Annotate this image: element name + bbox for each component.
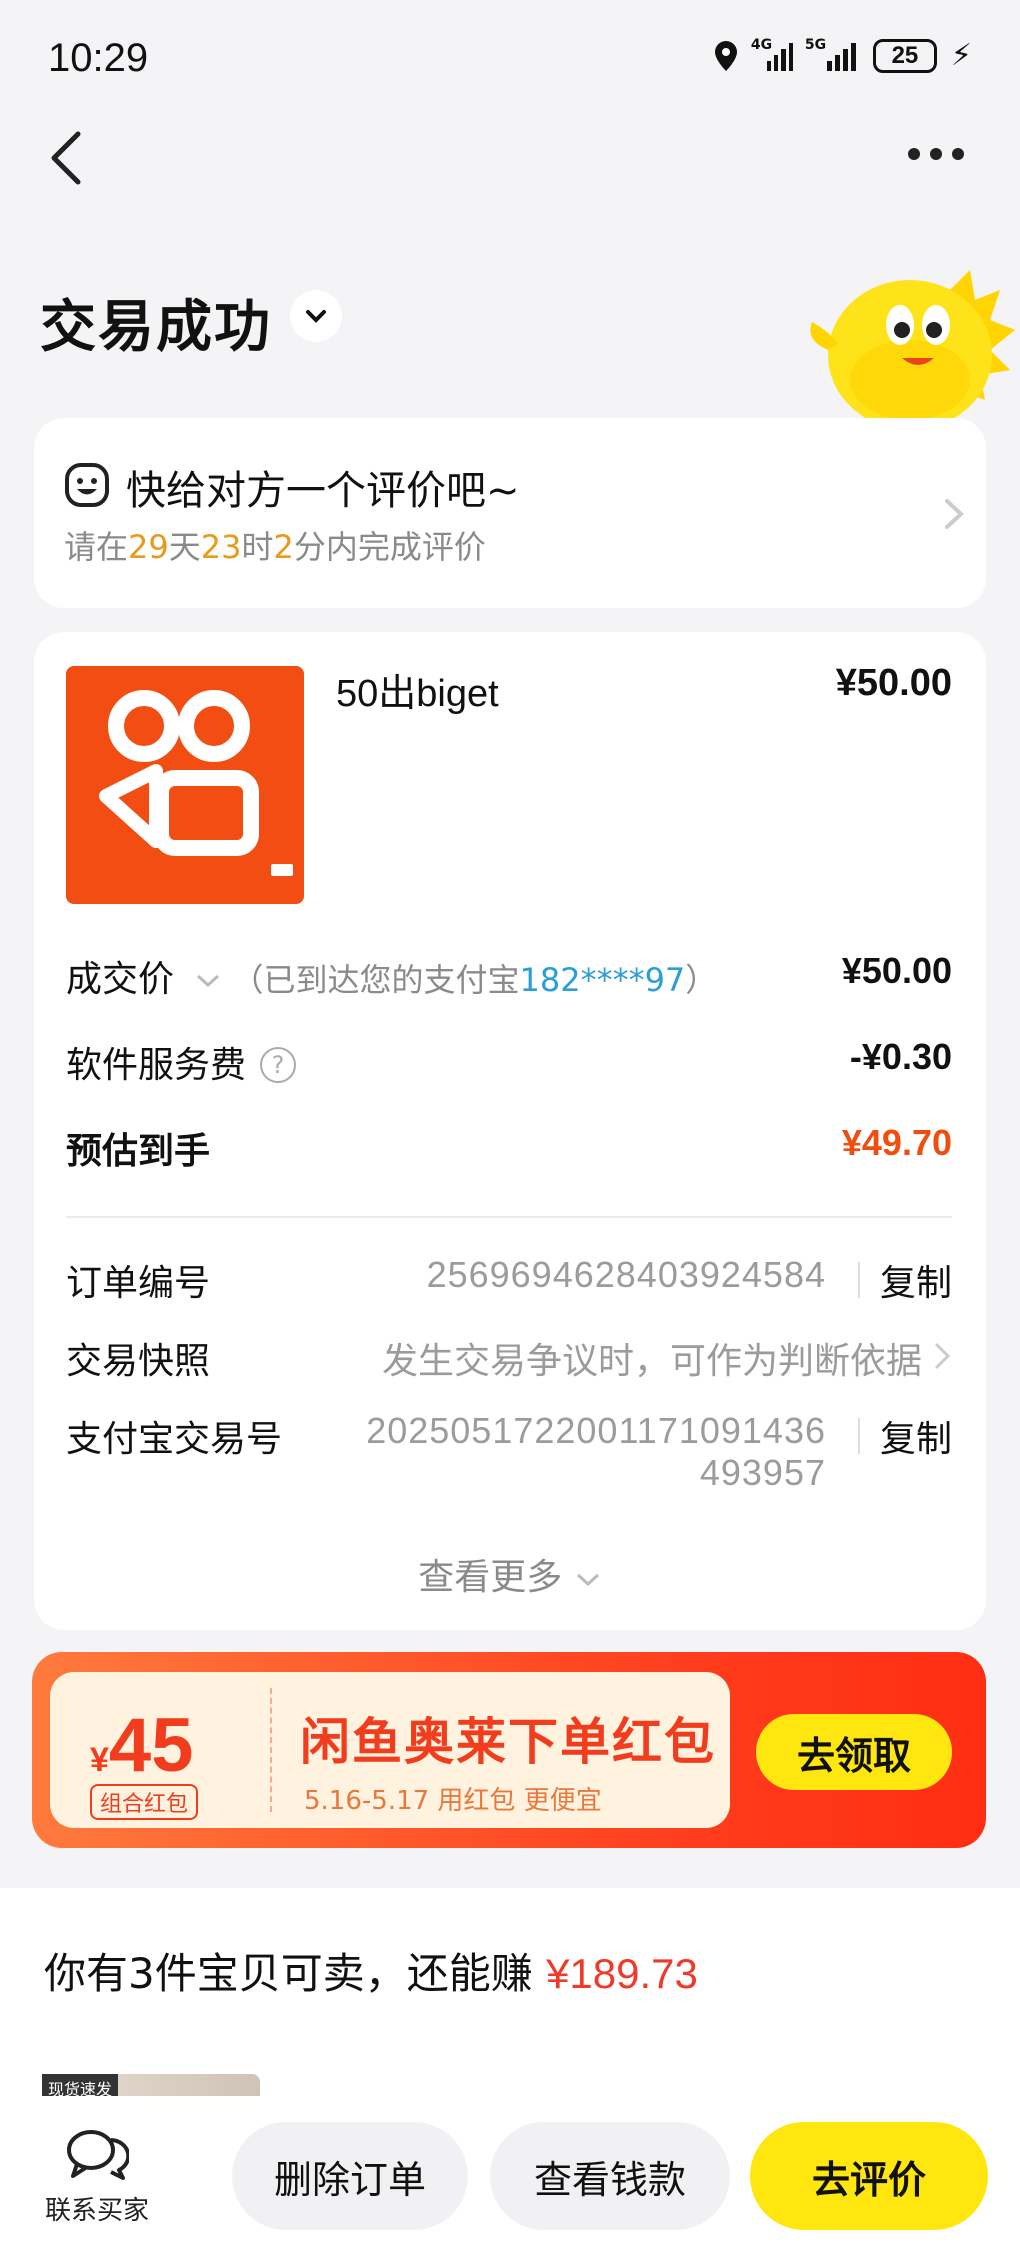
chevron-down-icon[interactable] [193,971,223,991]
divider [858,1262,860,1298]
product-price: ¥50.00 [835,662,952,704]
net-amount-row: 预估到手 ¥49.70 [66,1122,952,1178]
contact-buyer-label: 联系买家 [44,2196,149,2226]
order-number-row: 订单编号 2569694628403924584 复制 [66,1254,952,1304]
product-name[interactable]: 50出biget [336,662,499,717]
chevron-down-icon [576,1573,599,1587]
chevron-right-icon [934,1342,951,1370]
review-reminder-card[interactable]: 快给对方一个评价吧~ 请在29天23时2分内完成评价 [34,418,986,608]
delete-order-button[interactable]: 删除订单 [232,2122,468,2230]
product-thumbnail[interactable] [66,666,304,904]
back-icon[interactable] [44,128,94,188]
more-options-icon[interactable] [908,148,964,160]
page-title: 交易成功 [40,295,272,360]
battery-icon: 25 [872,38,937,73]
service-fee-value: -¥0.30 [849,1036,952,1077]
review-countdown: 请在29天23时2分内完成评价 [64,528,486,566]
location-icon [714,40,737,71]
coupon-tag: 组合红包 [90,1784,199,1820]
chevron-right-icon [945,499,964,529]
review-title: 快给对方一个评价吧~ [126,468,520,514]
divider [270,1688,272,1812]
alipay-number-row: 支付宝交易号 2025051722001171091436 493957 复制 [66,1410,952,1510]
coupon-body: ¥45 组合红包 闲鱼奥莱下单红包 5.16-5.17 用红包 更便宜 [50,1672,730,1828]
banner-subtitle: 5.16-5.17 用红包 更便宜 [304,1786,602,1816]
chat-bubbles-icon [67,2130,131,2180]
view-money-button[interactable]: 查看钱款 [490,2122,730,2230]
banner-title: 闲鱼奥莱下单红包 [300,1713,716,1771]
alipay-number-value: 2025051722001171091436 493957 [366,1410,826,1493]
order-number-label: 订单编号 [66,1263,211,1304]
net-amount-value: ¥49.70 [841,1122,952,1163]
order-number-value: 2569694628403924584 [426,1254,826,1295]
copy-alipay-number-button[interactable]: 复制 [880,1410,952,1462]
deal-price-value: ¥50.00 [841,950,952,991]
order-detail-card: 50出biget ¥50.00 成交价 （已到达您的支付宝182****97） … [34,632,986,1630]
alipay-number-label: 支付宝交易号 [66,1419,283,1460]
deal-price-row: 成交价 （已到达您的支付宝182****97） ¥50.00 [66,950,952,1006]
help-icon[interactable]: ? [260,1047,297,1083]
go-review-button[interactable]: 去评价 [750,2122,988,2230]
divider [66,1216,952,1218]
divider [858,1418,860,1454]
coupon-amount: ¥45 [90,1703,194,1788]
snapshot-row[interactable]: 交易快照 发生交易争议时，可作为判断依据 [66,1332,952,1382]
status-expand-button[interactable] [290,290,342,342]
status-time: 10:29 [48,36,149,80]
snapshot-hint: 发生交易争议时，可作为判断依据 [381,1340,922,1381]
signal-4g-icon: 4G [751,37,793,71]
chevron-down-icon [306,310,326,323]
service-fee-label: 软件服务费 [66,1045,247,1086]
deal-price-label: 成交价 [66,959,175,1000]
see-more-button[interactable]: 查看更多 [34,1548,986,1600]
service-fee-row: 软件服务费? -¥0.30 [66,1036,952,1092]
mascot-fish-icon [810,270,1015,420]
contact-buyer-button[interactable]: 联系买家 [40,2126,154,2227]
net-amount-label: 预估到手 [66,1131,211,1172]
deal-note: （已到达您的支付宝182****97） [231,961,718,999]
status-bar: 10:29 4G 5G 25 ⚡ [0,0,1020,120]
copy-order-number-button[interactable]: 复制 [880,1254,952,1306]
smile-icon [65,463,109,507]
bottom-action-bar: 联系买家 删除订单 查看钱款 去评价 [0,2096,1020,2250]
status-icons: 4G 5G 25 ⚡ [713,37,972,73]
claim-button[interactable]: 去领取 [756,1714,952,1790]
red-packet-banner[interactable]: ¥45 组合红包 闲鱼奥莱下单红包 5.16-5.17 用红包 更便宜 去领取 [32,1652,986,1848]
charging-icon: ⚡ [950,38,972,73]
sellable-title: 你有3件宝贝可卖，还能赚 ¥189.73 [44,1949,698,1998]
snapshot-label: 交易快照 [66,1341,211,1382]
signal-5g-icon: 5G [805,37,859,71]
video-app-logo-icon [99,690,293,876]
